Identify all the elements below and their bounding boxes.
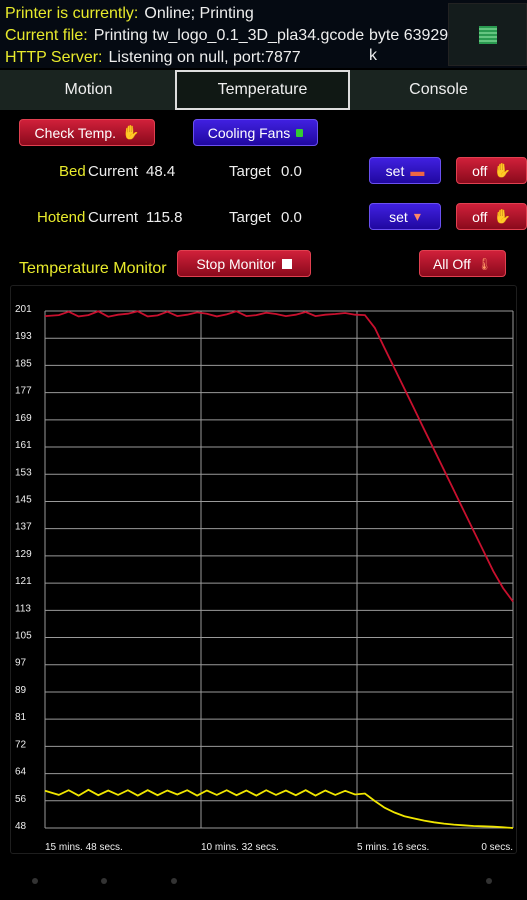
y-tick-label: 161: [15, 440, 32, 451]
indicator-dot: [486, 878, 492, 884]
y-tick-label: 137: [15, 522, 32, 533]
y-tick-label: 129: [15, 549, 32, 560]
y-tick-label: 169: [15, 413, 32, 424]
y-tick-label: 105: [15, 631, 32, 642]
y-tick-label: 193: [15, 331, 32, 342]
indicator-dot: [32, 878, 38, 884]
bed-temperature-line: [44, 788, 514, 829]
y-tick-label: 72: [15, 739, 27, 750]
y-tick-label: 97: [15, 658, 27, 669]
y-tick-label: 145: [15, 494, 32, 505]
x-tick-label: 15 mins. 48 secs.: [45, 842, 123, 853]
y-tick-label: 64: [15, 767, 27, 778]
x-tick-label: 5 mins. 16 secs.: [357, 842, 429, 853]
indicator-dot: [101, 878, 107, 884]
x-tick-label: 10 mins. 32 secs.: [201, 842, 279, 853]
indicator-dot: [171, 878, 177, 884]
y-tick-label: 89: [15, 685, 27, 696]
y-tick-label: 153: [15, 467, 32, 478]
y-tick-label: 113: [15, 603, 31, 614]
y-tick-label: 177: [15, 386, 32, 397]
y-tick-label: 56: [15, 794, 27, 805]
temperature-chart: 201 193 185 177 169 161 153 145 137 129 121 113 105 9…: [15, 304, 514, 853]
y-tick-label: 201: [15, 304, 32, 315]
y-tick-label: 81: [15, 712, 27, 723]
x-tick-label: 0 secs.: [481, 842, 513, 853]
y-tick-label: 121: [15, 576, 32, 587]
y-tick-label: 48: [15, 821, 27, 832]
hotend-temperature-line: [44, 310, 514, 603]
y-tick-label: 185: [15, 358, 32, 369]
